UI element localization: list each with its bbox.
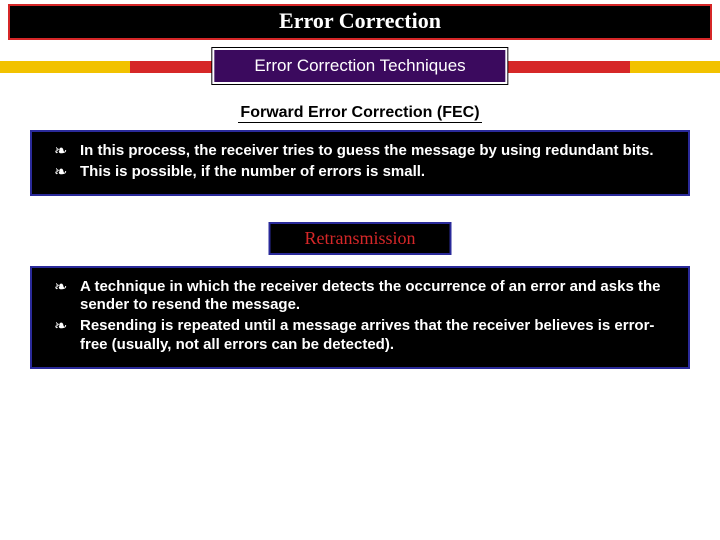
list-item: This is possible, if the number of error… bbox=[80, 163, 676, 182]
subtitle-text: Error Correction Techniques bbox=[254, 56, 465, 76]
section-heading-retrans-row: Retransmission bbox=[0, 222, 720, 258]
stripe-segment bbox=[0, 61, 130, 73]
bullet-box-fec: In this process, the receiver tries to g… bbox=[30, 130, 690, 196]
slide-title: Error Correction bbox=[8, 4, 712, 40]
stripe-segment bbox=[630, 61, 720, 73]
section-heading-text: Forward Error Correction (FEC) bbox=[238, 104, 481, 123]
subtitle-box: Error Correction Techniques bbox=[212, 48, 507, 84]
section-heading-fec: Forward Error Correction (FEC) bbox=[0, 104, 720, 122]
bullet-list: In this process, the receiver tries to g… bbox=[44, 142, 676, 182]
list-item: Resending is repeated until a message ar… bbox=[80, 317, 676, 355]
list-item: A technique in which the receiver detect… bbox=[80, 278, 676, 316]
bullet-list: A technique in which the receiver detect… bbox=[44, 278, 676, 355]
list-item: In this process, the receiver tries to g… bbox=[80, 142, 676, 161]
slide: Error Correction Error Correction Techni… bbox=[0, 4, 720, 540]
bullet-box-retrans: A technique in which the receiver detect… bbox=[30, 266, 690, 369]
subtitle-row: Error Correction Techniques bbox=[0, 48, 720, 86]
section-heading-retrans: Retransmission bbox=[269, 222, 452, 255]
